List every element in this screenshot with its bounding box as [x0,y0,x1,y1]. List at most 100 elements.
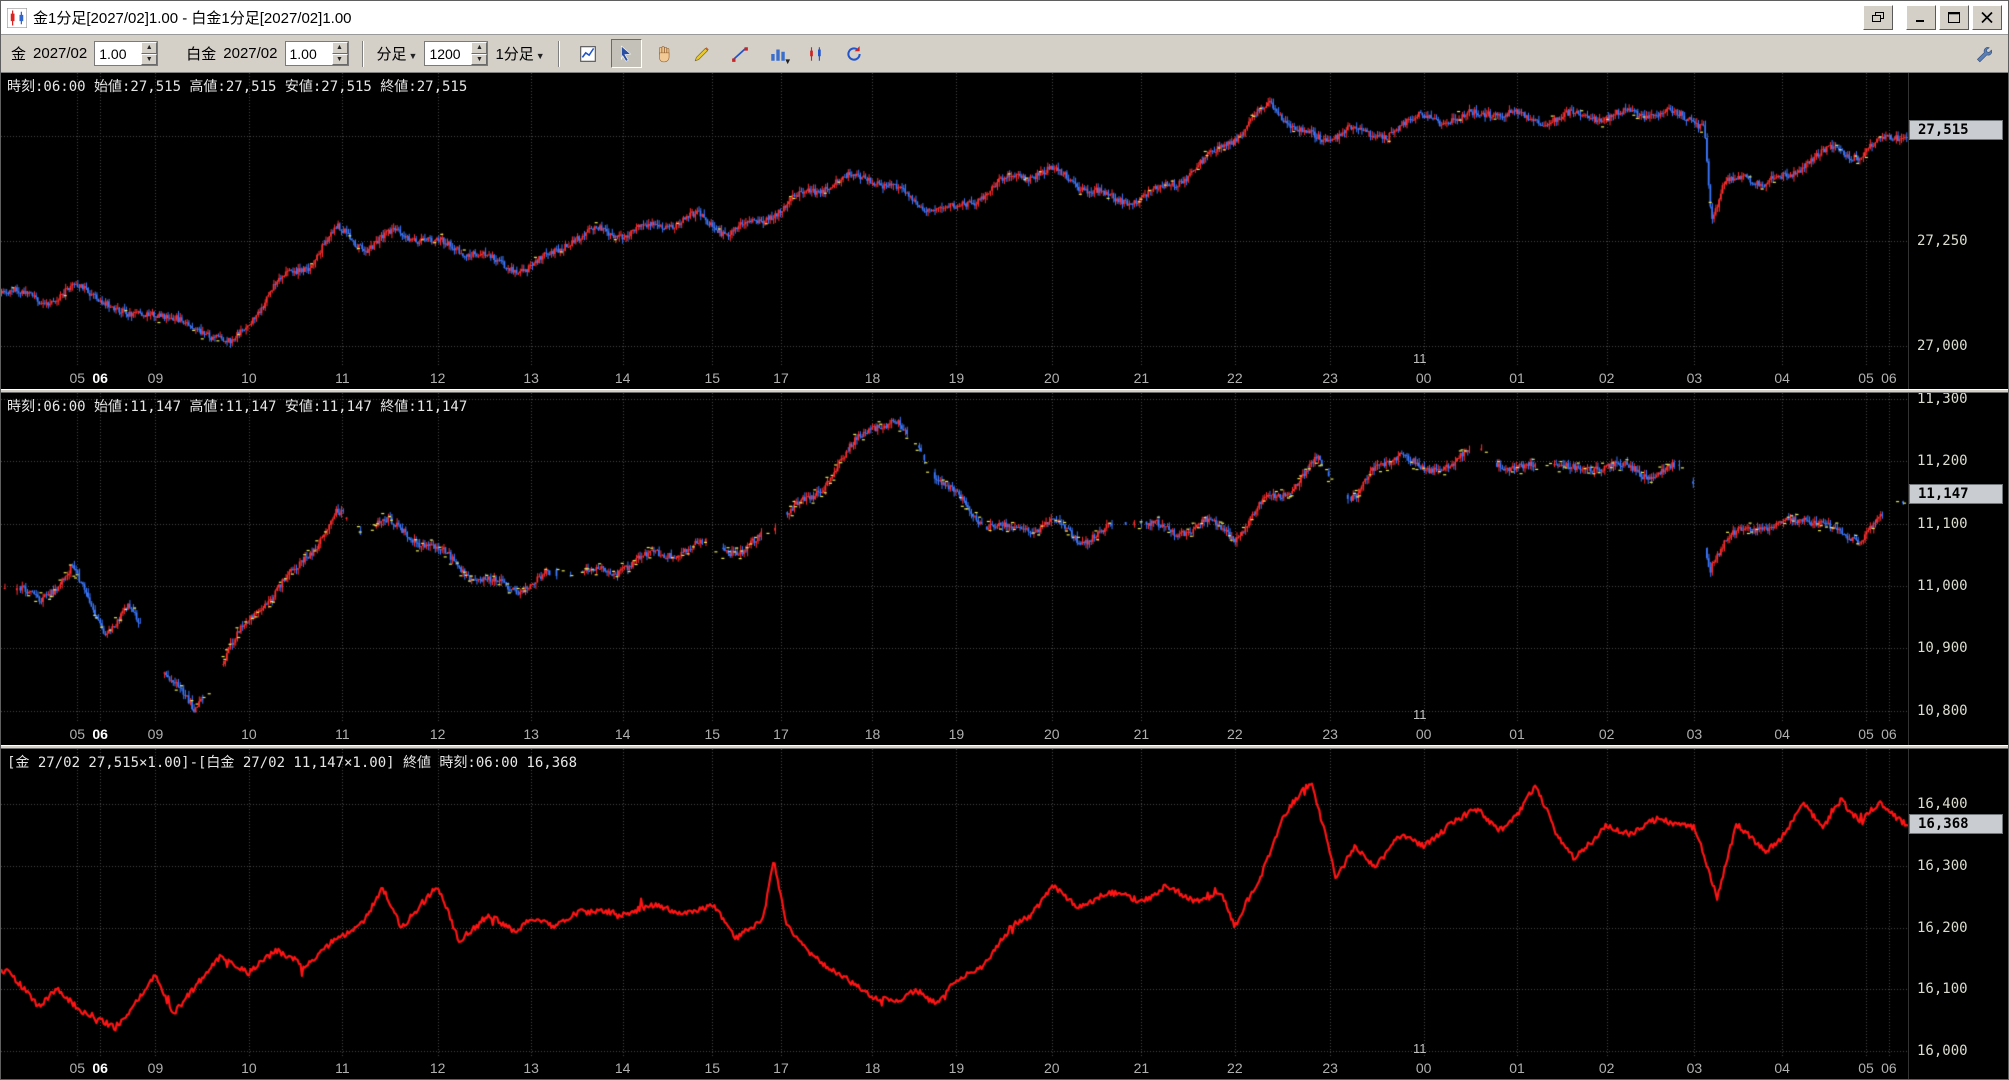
x-axis-label: 05 [69,1060,86,1076]
x-axis-label: 09 [147,1060,164,1076]
x-axis-label: 14 [614,1060,631,1076]
x-axis-label: 10 [241,726,257,742]
maximize-button[interactable] [1939,5,1969,30]
platinum-plot-area: 時刻:06:00 始値:11,147 高値:11,147 安値:11,147 終… [1,393,1908,723]
pointer-tool-button[interactable] [610,39,642,68]
x-axis-label: 15 [704,726,721,742]
title-bar[interactable]: 金1分足[2027/02]1.00 - 白金1分足[2027/02]1.00 [1,1,2008,35]
trendline-tool-button[interactable] [724,39,756,68]
x-axis-label: 12 [429,726,446,742]
x-axis-label: 05 [69,726,86,742]
candle-chart-tool-button[interactable] [800,39,832,68]
y-axis-label: 11,200 [1917,453,1968,470]
x-axis-label: 18 [864,1060,881,1076]
x-axis-label: 22 [1227,726,1243,742]
platinum-y-axis: 11,300 11,200 11,100 11,000 10,900 10,800 11,1… [1908,393,2008,745]
gold-symbol-label: 金 [11,46,27,63]
current-price-badge: 27,515 [1909,119,2003,140]
chart-grid-tool-button[interactable] [572,39,604,68]
platinum-contract-label: 2027/02 [223,45,278,62]
x-axis-label: 14 [614,726,631,742]
platinum-info-line: 時刻:06:00 始値:11,147 高値:11,147 安値:11,147 終… [7,399,468,415]
y-axis-label: 16,000 [1917,1042,1968,1059]
platinum-multiplier-up-button[interactable]: ▲ [331,42,348,54]
x-axis-label: 23 [1322,1060,1338,1076]
x-axis-label: 17 [773,1060,789,1076]
platinum-multiplier-input[interactable] [285,42,332,65]
x-axis-label: 11 [335,370,350,386]
chevron-down-icon: ▼ [783,57,792,66]
x-axis-label: 11 [335,726,350,742]
timeframe-dropdown[interactable]: 1分足 ▼ [495,43,544,64]
platinum-multiplier-spinner: ▲▼ [284,41,349,66]
platinum-multiplier-down-button[interactable]: ▼ [331,53,348,65]
settings-wrench-button[interactable] [1967,39,1998,68]
spread-y-axis: 16,400 16,300 16,200 16,100 16,000 16,368 [1908,749,2008,1079]
gold-multiplier-input[interactable] [95,42,142,65]
wrench-icon [1976,46,1992,62]
x-axis-label: 18 [864,726,881,742]
x-axis-label: 06 [92,726,108,742]
x-axis-label: 03 [1686,1060,1703,1076]
x-axis-label: 13 [523,726,539,742]
pencil-tool-button[interactable] [686,39,718,68]
x-axis-label: 06 [1881,370,1897,386]
x-axis-label: 03 [1686,370,1703,386]
x-axis-label: 06 [92,370,108,386]
x-axis-label: 05 [1858,1060,1874,1076]
bar-chart-tool-button[interactable]: ▼ [762,39,794,68]
toolbar: 金 2027/02 ▲▼ 白金 2027/02 ▲▼ 分足▼ ▲▼ 1分足▼ ▼ [1,35,2008,73]
window-title: 金1分足[2027/02]1.00 - 白金1分足[2027/02]1.00 [33,10,352,27]
x-axis-label: 20 [1043,1060,1060,1076]
x-axis-label: 00 [1415,370,1432,386]
x-axis-label: 02 [1598,370,1615,386]
x-axis-label: 17 [773,726,789,742]
x-axis-label: 06 [1881,1060,1897,1076]
gold-multiplier-up-button[interactable]: ▲ [141,42,158,54]
y-axis-label: 16,100 [1917,981,1968,998]
x-axis-label: 01 [1509,370,1525,386]
trendline-icon [732,46,749,62]
x-axis-label: 06 [1881,726,1897,742]
y-axis-label: 11,000 [1917,578,1968,595]
spread-info-line: [金 27/02 27,515×1.00]-[白金 27/02 11,147×1… [7,755,578,771]
bar-count-down-button[interactable]: ▼ [471,53,488,65]
interval-dropdown[interactable]: 分足 ▼ [377,43,418,64]
bar-count-up-button[interactable]: ▲ [471,42,488,54]
x-axis-label: 11 [335,1060,350,1076]
x-axis-label: 02 [1598,726,1615,742]
current-price-badge: 11,147 [1909,484,2003,505]
gold-contract-label: 2027/02 [33,45,88,62]
restore-window-button[interactable] [1863,5,1893,30]
x-axis-label: 04 [1774,1060,1790,1076]
spread-chart-canvas[interactable] [1,749,1908,1057]
x-axis-label: 21 [1133,1060,1150,1076]
hand-tool-button[interactable] [648,39,680,68]
x-axis-label: 20 [1043,370,1060,386]
y-axis-label: 16,300 [1917,858,1968,875]
bar-count-input[interactable] [425,42,472,65]
minimize-button[interactable] [1906,5,1936,30]
x-axis-label: 19 [948,726,965,742]
x-axis-label: 09 [147,726,164,742]
y-axis-label: 10,900 [1917,640,1968,657]
gold-chart-canvas[interactable] [1,73,1908,367]
refresh-tool-button[interactable] [838,39,870,68]
x-axis-label: 19 [948,370,965,386]
x-axis-label: 15 [704,370,721,386]
gold-multiplier-spinner: ▲▼ [94,41,159,66]
platinum-chart-canvas[interactable] [1,393,1908,723]
x-axis-label: 12 [429,370,446,386]
x-axis-label: 01 [1509,726,1525,742]
gold-y-axis: 27,250 27,000 27,515 [1908,73,2008,389]
x-axis-label: 21 [1133,726,1150,742]
x-axis-label: 05 [1858,726,1874,742]
gold-multiplier-down-button[interactable]: ▼ [141,53,158,65]
close-button[interactable] [1972,5,2002,30]
gold-info-line: 時刻:06:00 始値:27,515 高値:27,515 安値:27,515 終… [7,79,468,95]
x-axis-label: 23 [1322,726,1338,742]
toolbar-separator [361,40,364,67]
chart-grid-icon [580,45,597,62]
gold-chart-panel: 時刻:06:00 始値:27,515 高値:27,515 安値:27,515 終… [1,73,2008,389]
x-axis-label: 05 [69,370,86,386]
